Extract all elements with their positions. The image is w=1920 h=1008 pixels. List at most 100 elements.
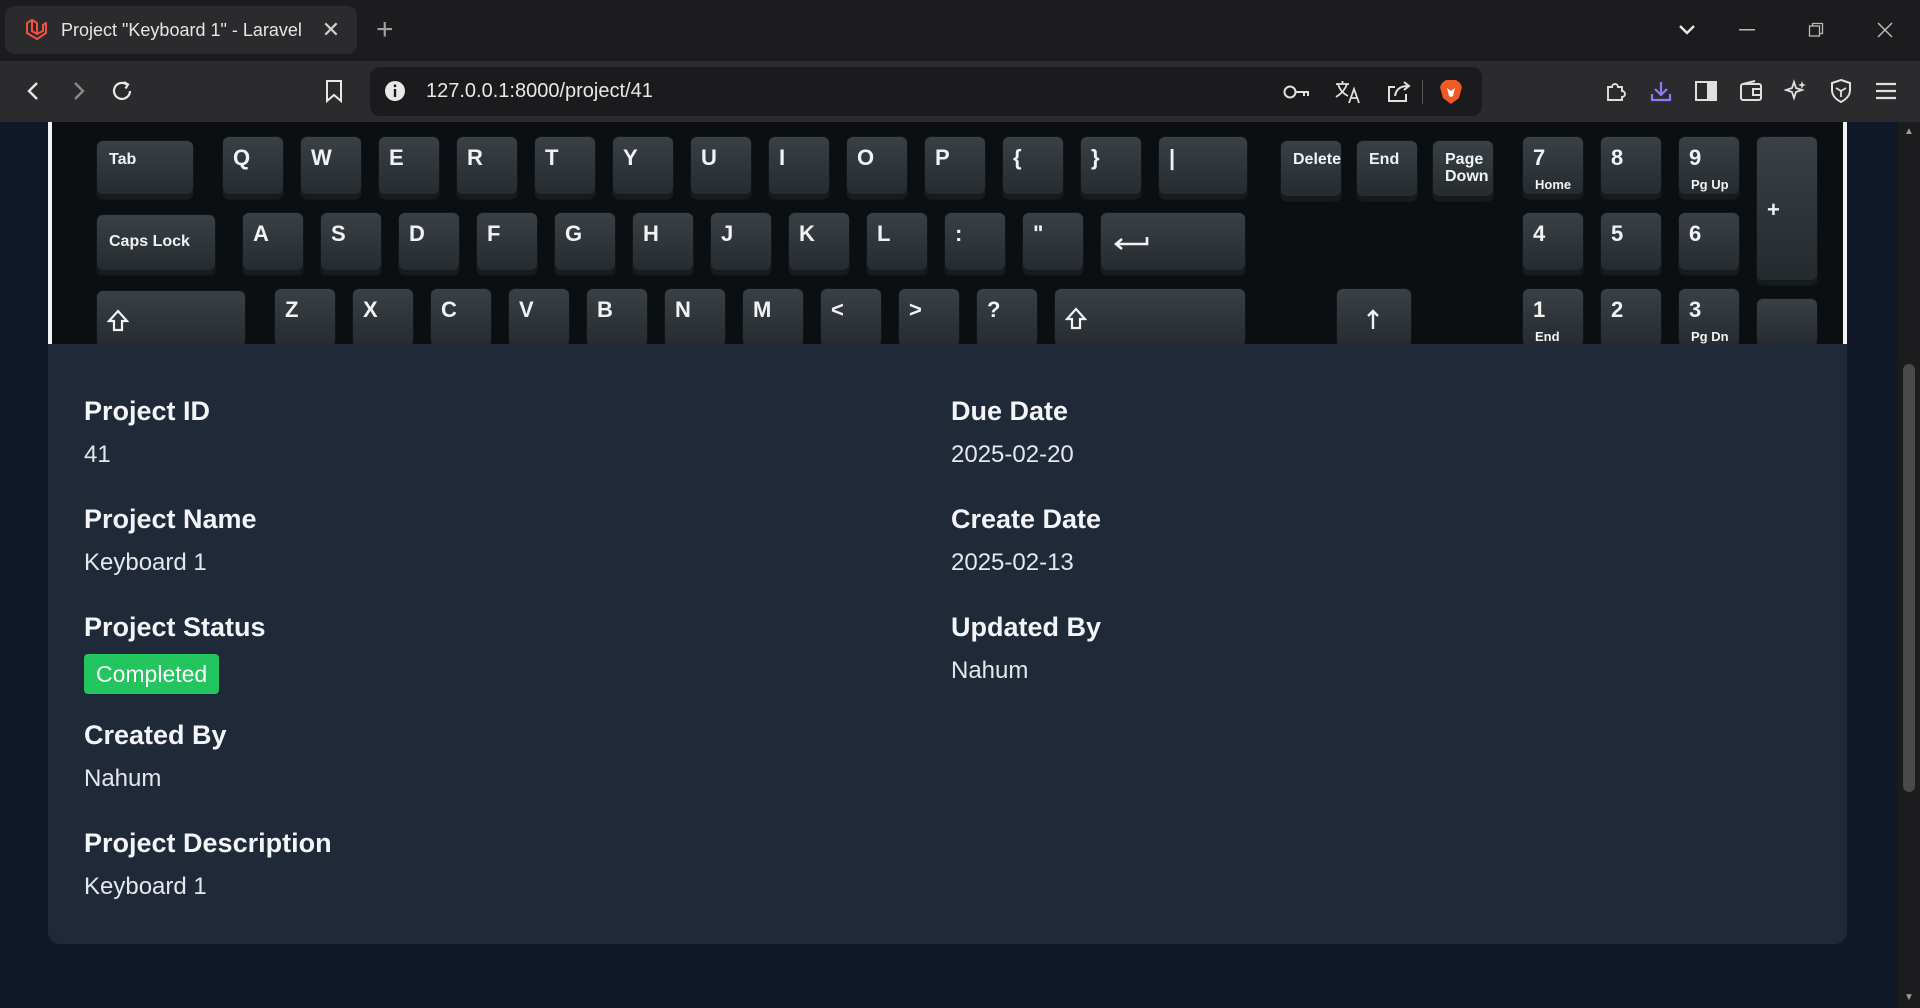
keyboard-key: <: [820, 288, 882, 344]
keyboard-key: Q: [222, 136, 284, 200]
project-id-field: Project ID 41: [84, 394, 210, 470]
back-icon[interactable]: [14, 71, 54, 111]
bookmark-icon[interactable]: [314, 71, 354, 111]
sidebar-icon[interactable]: [1686, 71, 1726, 111]
restore-icon[interactable]: [1796, 10, 1836, 50]
address-bar[interactable]: 127.0.0.1:8000/project/41: [370, 67, 1482, 116]
project-id-label: Project ID: [84, 396, 211, 426]
project-description-field: Project Description Keyboard 1: [84, 826, 332, 902]
create-date-field: Create Date 2025-02-13: [951, 502, 1101, 578]
due-date-value: 2025-02-20: [951, 441, 1074, 468]
forward-icon[interactable]: [58, 71, 98, 111]
close-window-icon[interactable]: [1865, 10, 1905, 50]
page-viewport: Tab Q W E R T Y U I O P { } | Delete End…: [0, 122, 1898, 1008]
project-description-label: Project Description: [84, 828, 332, 858]
keyboard-key: J: [710, 212, 772, 276]
scrollbar-thumb[interactable]: [1903, 364, 1915, 792]
project-name-value: Keyboard 1: [84, 549, 207, 576]
keyboard-key: ": [1022, 212, 1084, 276]
leo-ai-icon[interactable]: [1776, 71, 1816, 111]
site-info-icon[interactable]: [383, 79, 407, 108]
minimize-icon[interactable]: [1727, 10, 1767, 50]
keyboard-key: Tab: [96, 140, 194, 200]
keyboard-key: H: [632, 212, 694, 276]
keyboard-key: 3 Pg Dn: [1678, 288, 1740, 344]
keyboard-key: O: [846, 136, 908, 200]
brave-shield-icon[interactable]: [1436, 77, 1466, 107]
due-date-field: Due Date 2025-02-20: [951, 394, 1074, 470]
updated-by-value: Nahum: [951, 657, 1029, 684]
shift-key: [96, 290, 246, 344]
project-description-value: Keyboard 1: [84, 873, 207, 900]
keyboard-key: 5: [1600, 212, 1662, 276]
browser-tab-bar: Project "Keyboard 1" - Laravel ✕ +: [0, 0, 1920, 61]
keyboard-key: 1 End: [1522, 288, 1584, 344]
keyboard-key: 8: [1600, 136, 1662, 200]
keyboard-key: P: [924, 136, 986, 200]
keyboard-key: 6: [1678, 212, 1740, 276]
created-by-value: Nahum: [84, 765, 162, 792]
keyboard-key: X: [352, 288, 414, 344]
reload-icon[interactable]: [102, 71, 142, 111]
password-key-icon[interactable]: [1282, 77, 1312, 107]
keyboard-key: ?: [976, 288, 1038, 344]
created-by-label: Created By: [84, 720, 227, 750]
project-details-card: Project ID 41 Project Name Keyboard 1 Pr…: [48, 344, 1847, 944]
browser-toolbar: 127.0.0.1:8000/project/41: [0, 61, 1920, 122]
keyboard-key: |: [1158, 136, 1248, 200]
project-status-field: Project Status Completed: [84, 610, 266, 694]
project-id-value: 41: [84, 441, 111, 468]
menu-icon[interactable]: [1866, 71, 1906, 111]
url-divider: [1422, 80, 1423, 104]
keyboard-key: W: [300, 136, 362, 200]
page-scrollbar[interactable]: ▲ ▼: [1898, 122, 1920, 1008]
updated-by-field: Updated By Nahum: [951, 610, 1101, 686]
keyboard-key: D: [398, 212, 460, 276]
keyboard-key: C: [430, 288, 492, 344]
keyboard-key: I: [768, 136, 830, 200]
wallet-icon[interactable]: [1731, 71, 1771, 111]
keyboard-key: End: [1356, 140, 1418, 202]
status-badge: Completed: [84, 654, 220, 694]
close-tab-icon[interactable]: ✕: [319, 17, 343, 43]
keyboard-key: K: [788, 212, 850, 276]
downloads-icon[interactable]: [1641, 71, 1681, 111]
share-icon[interactable]: [1384, 77, 1414, 107]
tab-title: Project "Keyboard 1" - Laravel: [61, 19, 302, 40]
laravel-icon: [26, 19, 47, 40]
keyboard-key: B: [586, 288, 648, 344]
keyboard-key: 2: [1600, 288, 1662, 344]
keyboard-key: 7 Home: [1522, 136, 1584, 200]
keyboard-key: T: [534, 136, 596, 200]
scroll-up-icon[interactable]: ▲: [1903, 126, 1915, 138]
keyboard-key: Page Down: [1432, 140, 1494, 202]
create-date-label: Create Date: [951, 504, 1102, 534]
keyboard-key: }: [1080, 136, 1142, 200]
create-date-value: 2025-02-13: [951, 549, 1074, 576]
keyboard-key: :: [944, 212, 1006, 276]
keyboard-key: E: [378, 136, 440, 200]
keyboard-key: N: [664, 288, 726, 344]
tab-search-chevron-icon[interactable]: [1667, 10, 1707, 50]
keyboard-key: G: [554, 212, 616, 276]
url-text[interactable]: 127.0.0.1:8000/project/41: [426, 79, 653, 103]
enter-key: [1100, 212, 1246, 276]
scroll-down-icon[interactable]: ▼: [1903, 992, 1915, 1004]
due-date-label: Due Date: [951, 396, 1069, 426]
translate-icon[interactable]: [1333, 77, 1363, 107]
keyboard-key: R: [456, 136, 518, 200]
keyboard-key: M: [742, 288, 804, 344]
keyboard-key: A: [242, 212, 304, 276]
extensions-icon[interactable]: [1596, 71, 1636, 111]
keyboard-key: S: [320, 212, 382, 276]
vpn-shield-icon[interactable]: [1821, 71, 1861, 111]
keyboard-key: F: [476, 212, 538, 276]
browser-tab[interactable]: Project "Keyboard 1" - Laravel ✕: [5, 6, 357, 54]
project-name-label: Project Name: [84, 504, 257, 534]
keyboard-key: Delete: [1280, 140, 1342, 202]
keyboard-key: >: [898, 288, 960, 344]
new-tab-icon[interactable]: +: [376, 12, 394, 48]
keyboard-key: {: [1002, 136, 1064, 200]
project-image: Tab Q W E R T Y U I O P { } | Delete End…: [48, 122, 1847, 344]
project-name-field: Project Name Keyboard 1: [84, 502, 257, 578]
